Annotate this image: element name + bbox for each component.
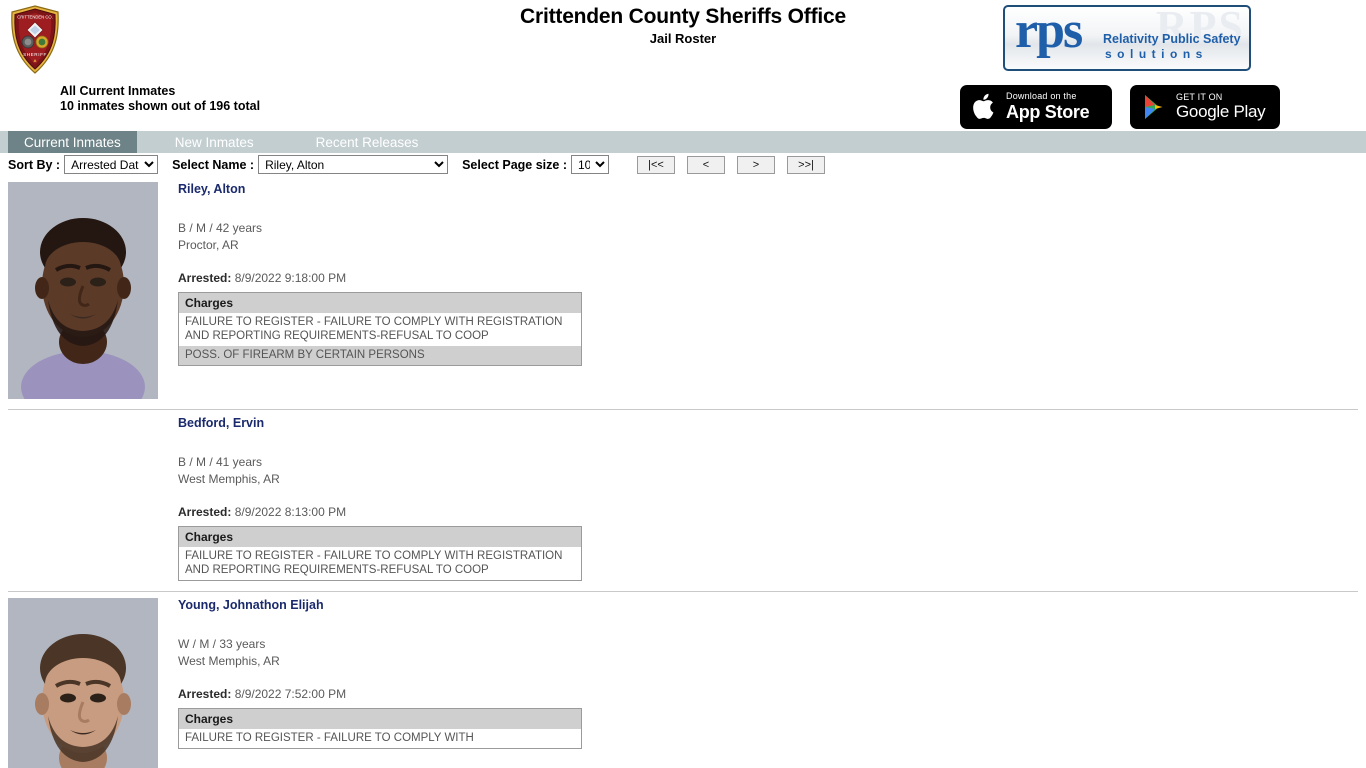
tab-current-inmates[interactable]: Current Inmates [8, 131, 137, 153]
last-page-button[interactable]: >>| [787, 155, 825, 174]
charges-header-row: Charges [178, 708, 582, 729]
controls-bar: Sort By : Arrested Date Select Name : Ri… [0, 153, 1366, 176]
rps-wordmark: rps [1015, 5, 1083, 59]
google-play-small-label: GET IT ON [1176, 91, 1223, 102]
prev-page-button[interactable]: < [687, 155, 725, 174]
select-name-select[interactable]: Riley, Alton [258, 155, 449, 174]
app-store-big-label: App Store [1006, 101, 1090, 122]
inmate-demographics: W / M / 33 years [178, 637, 266, 651]
select-name-label: Select Name : [172, 157, 255, 172]
charge-row: POSS. OF FIREARM BY CERTAIN PERSONS [178, 346, 582, 366]
app-store-text: Download on the App Store [1006, 91, 1090, 122]
charges-header-row: Charges [178, 292, 582, 313]
sheriff-badge-icon: CRITTENDEN CO. SHERIFF [11, 5, 59, 74]
apple-logo-icon [973, 93, 994, 119]
inmate-arrested: Arrested: 8/9/2022 7:52:00 PM [178, 687, 347, 701]
inmate-record: Young, Johnathon Elijah W / M / 33 years… [0, 592, 1366, 768]
inmate-demographics: B / M / 41 years [178, 455, 263, 469]
record-gap [0, 399, 1366, 409]
charge-row: FAILURE TO REGISTER - FAILURE TO COMPLY … [179, 313, 582, 346]
charges-table: Charges FAILURE TO REGISTER - FAILURE TO… [178, 708, 582, 749]
inmate-details: Bedford, Ervin B / M / 41 years West Mem… [178, 410, 1358, 581]
charge-text: FAILURE TO REGISTER - FAILURE TO COMPLY … [185, 316, 563, 342]
inmate-photo-cell [8, 176, 178, 399]
rps-tagline-2: solutions [1105, 47, 1208, 61]
charges-header-row: Charges [178, 526, 582, 547]
store-badges: Download on the App Store GET IT ON Goog… [960, 85, 1280, 129]
rps-logo[interactable]: RPS rps Relativity Public Safety solutio… [1003, 5, 1251, 71]
google-play-text: GET IT ON Google Play [1176, 91, 1266, 122]
app-store-small-label: Download on the [1006, 91, 1077, 102]
tab-bar: Current Inmates New Inmates Recent Relea… [0, 131, 1366, 153]
mugshot-photo[interactable] [8, 598, 158, 768]
arrested-label: Arrested: [178, 505, 232, 519]
inmate-name-link[interactable]: Riley, Alton [178, 182, 245, 196]
google-play-button[interactable]: GET IT ON Google Play [1130, 85, 1280, 129]
inmate-record: Riley, Alton B / M / 42 years Proctor, A… [0, 176, 1366, 399]
arrested-label: Arrested: [178, 687, 232, 701]
inmate-record: Bedford, Ervin B / M / 41 years West Mem… [0, 410, 1366, 581]
charge-text: FAILURE TO REGISTER - FAILURE TO COMPLY … [185, 732, 474, 744]
page-size-label: Select Page size : [462, 157, 567, 172]
inmate-city: West Memphis, AR [178, 654, 280, 668]
charges-header-cell: Charges [178, 526, 582, 547]
tab-current-inmates-label: Current Inmates [24, 134, 121, 150]
inmate-row: Riley, Alton B / M / 42 years Proctor, A… [8, 176, 1358, 399]
tab-new-inmates[interactable]: New Inmates [137, 131, 292, 153]
inmate-roster: Riley, Alton B / M / 42 years Proctor, A… [0, 176, 1366, 768]
charge-row: FAILURE TO REGISTER - FAILURE TO COMPLY … [179, 547, 582, 581]
charges-table: Charges FAILURE TO REGISTER - FAILURE TO… [178, 526, 582, 581]
inmate-photo-cell [8, 592, 178, 768]
inmate-photo-cell [8, 410, 178, 416]
tab-recent-releases-label: Recent Releases [315, 134, 419, 150]
charges-table: Charges FAILURE TO REGISTER - FAILURE TO… [178, 292, 582, 366]
inmate-row: Bedford, Ervin B / M / 41 years West Mem… [8, 410, 1358, 581]
inmate-arrested: Arrested: 8/9/2022 9:18:00 PM [178, 271, 347, 285]
tab-new-inmates-label: New Inmates [174, 134, 254, 150]
charges-body: FAILURE TO REGISTER - FAILURE TO COMPLY … [179, 547, 582, 581]
inmate-name-link[interactable]: Bedford, Ervin [178, 416, 264, 430]
svg-text:SHERIFF: SHERIFF [23, 52, 47, 57]
inmate-city: West Memphis, AR [178, 472, 280, 486]
inmate-arrested: Arrested: 8/9/2022 8:13:00 PM [178, 505, 347, 519]
sort-by-label: Sort By : [8, 157, 61, 172]
pagination-controls: |<< < > >>| [637, 155, 825, 174]
tab-left-spacer [0, 131, 8, 153]
next-page-button[interactable]: > [737, 155, 775, 174]
record-gap [0, 581, 1366, 591]
charges-header-cell: Charges [178, 292, 582, 313]
first-page-button[interactable]: |<< [637, 155, 675, 174]
charge-text: POSS. OF FIREARM BY CERTAIN PERSONS [178, 346, 582, 366]
charges-body: FAILURE TO REGISTER - FAILURE TO COMPLY … [178, 313, 582, 366]
tab-recent-releases[interactable]: Recent Releases [292, 131, 443, 153]
svg-text:CRITTENDEN CO.: CRITTENDEN CO. [17, 15, 53, 20]
roster-summary: All Current Inmates 10 inmates shown out… [60, 84, 260, 114]
inmate-details: Riley, Alton B / M / 42 years Proctor, A… [178, 176, 1358, 366]
sort-by-select[interactable]: Arrested Date [64, 155, 159, 174]
rps-tagline-1: Relativity Public Safety [1103, 32, 1241, 46]
arrested-label: Arrested: [178, 271, 232, 285]
charges-body: FAILURE TO REGISTER - FAILURE TO COMPLY … [179, 729, 582, 749]
charge-text: FAILURE TO REGISTER - FAILURE TO COMPLY … [185, 550, 563, 576]
google-play-icon [1145, 95, 1163, 119]
inmate-city: Proctor, AR [178, 238, 239, 252]
summary-line-2: 10 inmates shown out of 196 total [60, 99, 261, 113]
page-size-select[interactable]: 10 [571, 155, 609, 174]
google-play-big-label: Google Play [1176, 102, 1266, 122]
app-store-button[interactable]: Download on the App Store [960, 85, 1112, 129]
mugshot-photo[interactable] [8, 182, 158, 399]
charge-row: FAILURE TO REGISTER - FAILURE TO COMPLY … [179, 729, 582, 749]
page-header: CRITTENDEN CO. SHERIFF Crittenden County… [0, 0, 1366, 131]
inmate-demographics: B / M / 42 years [178, 221, 263, 235]
inmate-row: Young, Johnathon Elijah W / M / 33 years… [8, 592, 1358, 768]
inmate-name-link[interactable]: Young, Johnathon Elijah [178, 598, 324, 612]
summary-line-1: All Current Inmates [60, 84, 176, 98]
charges-header-cell: Charges [178, 708, 582, 729]
inmate-details: Young, Johnathon Elijah W / M / 33 years… [178, 592, 1358, 749]
